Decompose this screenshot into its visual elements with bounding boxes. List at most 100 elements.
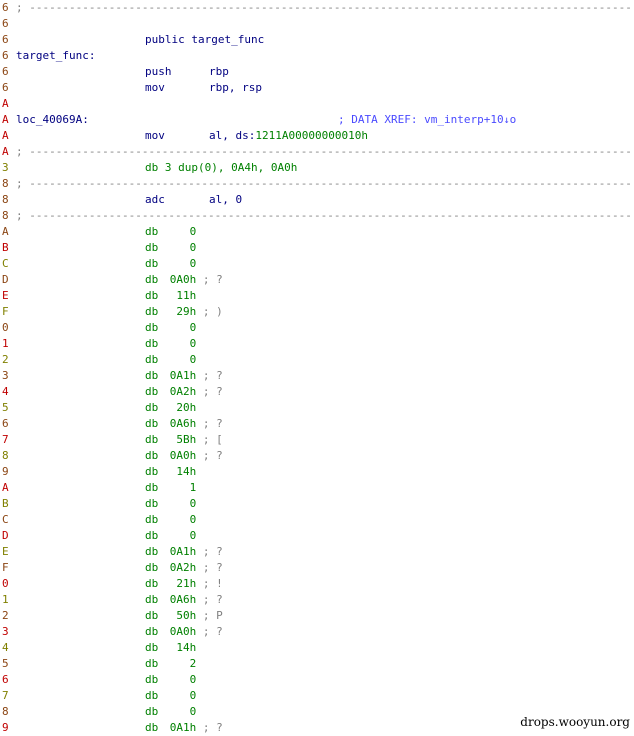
db-directive[interactable]: db 29h ; ) (145, 304, 223, 320)
operand[interactable]: al, 0 (209, 192, 242, 208)
mnemonic[interactable]: adc (145, 192, 165, 208)
operand[interactable]: rbp (209, 64, 229, 80)
data-byte-row[interactable]: Fdb 29h ; ) (0, 304, 634, 320)
db-directive[interactable]: db 0 (145, 672, 196, 688)
mnemonic[interactable]: push (145, 64, 172, 80)
segment-marker: 9 (2, 465, 9, 478)
data-byte-row[interactable]: Edb 0A1h ; ? (0, 544, 634, 560)
db-directive[interactable]: db 0A0h ; ? (145, 624, 223, 640)
mnemonic[interactable]: db 3 dup(0), 0A4h, 0A0h (145, 160, 297, 176)
db-value: 20h (176, 401, 197, 414)
data-byte-row[interactable]: 2 db 50h ; P (0, 608, 634, 624)
db-keyword: db (145, 225, 159, 238)
db-directive[interactable]: db 14h (145, 640, 196, 656)
db-directive[interactable]: db 20h (145, 400, 196, 416)
code-line[interactable]: 6 target_func: (0, 48, 634, 64)
operand[interactable]: rbp, rsp (209, 80, 262, 96)
db-directive[interactable]: db 0A0h ; ? (145, 272, 223, 288)
code-line[interactable]: 6 mov rbp, rsp (0, 80, 634, 96)
db-char-comment: ? (216, 545, 223, 558)
code-line[interactable]: 8 adc al, 0 (0, 192, 634, 208)
data-byte-row[interactable]: 5 db 2 (0, 656, 634, 672)
db-directive[interactable]: db 11h (145, 288, 196, 304)
data-byte-row[interactable]: 2 db 0 (0, 352, 634, 368)
code-line[interactable]: 6 (0, 16, 634, 32)
code-line[interactable]: 6 public target_func (0, 32, 634, 48)
db-directive[interactable]: db 14h (145, 464, 196, 480)
data-byte-row[interactable]: 4 db 14h (0, 640, 634, 656)
db-comment-prefix: ; (196, 369, 217, 382)
data-byte-row[interactable]: Ddb 0A0h ; ? (0, 272, 634, 288)
db-directive[interactable]: db 0 (145, 688, 196, 704)
db-value: 0A0h (169, 449, 197, 462)
code-label[interactable]: loc_40069A: (16, 112, 89, 128)
db-directive[interactable]: db 0A6h ; ? (145, 416, 223, 432)
data-byte-row[interactable]: Fdb 0A2h ; ? (0, 560, 634, 576)
data-byte-row[interactable]: 3 db 0A1h ; ? (0, 368, 634, 384)
separator-row[interactable]: 8 ; -------------------------------------… (0, 208, 634, 224)
data-byte-row[interactable]: 9 db 14h (0, 464, 634, 480)
code-line[interactable]: 3 db 3 dup(0), 0A4h, 0A0h (0, 160, 634, 176)
data-byte-row[interactable]: 5 db 20h (0, 400, 634, 416)
db-directive[interactable]: db 0A1h ; ? (145, 720, 223, 736)
db-directive[interactable]: db 0 (145, 352, 196, 368)
data-byte-row[interactable]: 3 db 0A0h ; ? (0, 624, 634, 640)
db-directive[interactable]: db 0 (145, 512, 196, 528)
db-keyword: db (145, 369, 159, 382)
db-directive[interactable]: db 21h ; ! (145, 576, 223, 592)
data-byte-row[interactable]: 0 db 21h ; ! (0, 576, 634, 592)
xref-text: ; DATA XREF: vm_interp+10 (338, 113, 504, 126)
data-byte-row[interactable]: Bdb 0 (0, 240, 634, 256)
db-directive[interactable]: db 0 (145, 496, 196, 512)
db-directive[interactable]: db 0A1h ; ? (145, 544, 223, 560)
mnemonic[interactable]: public target_func (145, 32, 264, 48)
separator-row[interactable]: 8 ; -------------------------------------… (0, 176, 634, 192)
db-directive[interactable]: db 50h ; P (145, 608, 223, 624)
code-label[interactable]: target_func: (16, 48, 95, 64)
data-byte-row[interactable]: Bdb 0 (0, 496, 634, 512)
db-directive[interactable]: db 0 (145, 336, 196, 352)
xref-comment[interactable]: ; DATA XREF: vm_interp+10↓o (338, 112, 516, 129)
code-line[interactable]: A (0, 96, 634, 112)
data-byte-row[interactable]: Cdb 0 (0, 512, 634, 528)
db-directive[interactable]: db 0 (145, 320, 196, 336)
code-line[interactable]: Amov al, ds:1211A00000000010h (0, 128, 634, 144)
data-byte-row[interactable]: Adb 0 (0, 224, 634, 240)
db-directive[interactable]: db 0A1h ; ? (145, 368, 223, 384)
separator-row[interactable]: 6 ; -------------------------------------… (0, 0, 634, 16)
db-directive[interactable]: db 2 (145, 656, 196, 672)
data-byte-row[interactable]: 6 db 0A6h ; ? (0, 416, 634, 432)
db-directive[interactable]: db 0A2h ; ? (145, 384, 223, 400)
db-directive[interactable]: db 0A2h ; ? (145, 560, 223, 576)
code-line[interactable]: 6 push rbp (0, 64, 634, 80)
db-directive[interactable]: db 0A0h ; ? (145, 448, 223, 464)
mnemonic[interactable]: mov (145, 80, 165, 96)
db-directive[interactable]: db 0A6h ; ? (145, 592, 223, 608)
db-directive[interactable]: db 0 (145, 224, 196, 240)
code-line[interactable]: Aloc_40069A: ; DATA XREF: vm_interp+10↓o (0, 112, 634, 128)
data-byte-row[interactable]: Ddb 0 (0, 528, 634, 544)
data-byte-row[interactable]: 8 db 0A0h ; ? (0, 448, 634, 464)
separator-row[interactable]: A ; -------------------------------------… (0, 144, 634, 160)
db-directive[interactable]: db 5Bh ; [ (145, 432, 223, 448)
segment-marker: 7 (2, 433, 9, 446)
db-directive[interactable]: db 0 (145, 528, 196, 544)
db-directive[interactable]: db 0 (145, 256, 196, 272)
operand[interactable]: al, ds:1211A00000000010h (209, 128, 368, 144)
db-directive[interactable]: db 1 (145, 480, 196, 496)
data-byte-row[interactable]: Adb 1 (0, 480, 634, 496)
data-byte-row[interactable]: 4 db 0A2h ; ? (0, 384, 634, 400)
data-byte-row[interactable]: 1 db 0 (0, 336, 634, 352)
data-byte-row[interactable]: Edb 11h (0, 288, 634, 304)
db-directive[interactable]: db 0 (145, 240, 196, 256)
data-byte-row[interactable]: Cdb 0 (0, 256, 634, 272)
data-byte-row[interactable]: 7 db 5Bh ; [ (0, 432, 634, 448)
data-byte-row[interactable]: 7 db 0 (0, 688, 634, 704)
mnemonic[interactable]: mov (145, 128, 165, 144)
disassembly-listing[interactable]: 6 ; -------------------------------------… (0, 0, 634, 736)
db-char-comment: P (216, 609, 223, 622)
db-directive[interactable]: db 0 (145, 704, 196, 720)
data-byte-row[interactable]: 6 db 0 (0, 672, 634, 688)
data-byte-row[interactable]: 1 db 0A6h ; ? (0, 592, 634, 608)
data-byte-row[interactable]: 0 db 0 (0, 320, 634, 336)
